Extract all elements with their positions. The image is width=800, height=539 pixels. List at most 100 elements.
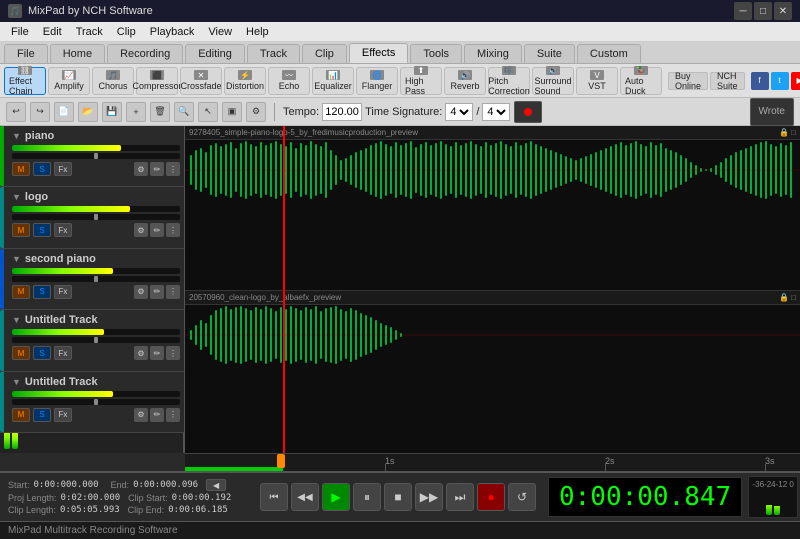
- equalizer-btn[interactable]: 📊 Equalizer: [312, 67, 354, 95]
- waveform-area[interactable]: 9278405_simple-piano-logo-5_by_fredimusi…: [185, 126, 800, 453]
- menu-file[interactable]: File: [4, 24, 36, 40]
- settings-btn[interactable]: ⚙: [246, 102, 266, 122]
- add-track-btn[interactable]: +: [126, 102, 146, 122]
- solo-btn-piano[interactable]: S: [33, 162, 51, 176]
- menu-view[interactable]: View: [201, 24, 239, 40]
- tab-home[interactable]: Home: [50, 44, 105, 63]
- more-btn-untitled1[interactable]: ⋮: [166, 346, 180, 360]
- crossfade-btn[interactable]: ✕ Crossfade: [180, 67, 222, 95]
- tab-file[interactable]: File: [4, 44, 48, 63]
- tab-tools[interactable]: Tools: [410, 44, 462, 63]
- tab-custom[interactable]: Custom: [577, 44, 641, 63]
- time-sig-denominator[interactable]: 4: [482, 103, 510, 121]
- forward-btn[interactable]: ▶▶: [415, 483, 443, 511]
- minimize-button[interactable]: ─: [734, 2, 752, 20]
- mute-btn-untitled1[interactable]: M: [12, 346, 30, 360]
- mute-btn-second-piano[interactable]: M: [12, 285, 30, 299]
- redo-btn[interactable]: ↪: [30, 102, 50, 122]
- zoom-in-btn[interactable]: 🔍: [174, 102, 194, 122]
- undo-btn[interactable]: ↩: [6, 102, 26, 122]
- reverb-btn[interactable]: 🔊 Reverb: [444, 67, 486, 95]
- open-btn[interactable]: 📂: [78, 102, 98, 122]
- nch-suite-btn[interactable]: NCH Suite: [710, 72, 745, 90]
- tab-mixing[interactable]: Mixing: [464, 44, 522, 63]
- mute-btn-piano[interactable]: M: [12, 162, 30, 176]
- stop-btn[interactable]: ■: [384, 483, 412, 511]
- rename-btn-untitled2[interactable]: ✏: [150, 408, 164, 422]
- rename-btn-untitled1[interactable]: ✏: [150, 346, 164, 360]
- facebook-btn[interactable]: f: [751, 72, 769, 90]
- rename-btn-second-piano[interactable]: ✏: [150, 285, 164, 299]
- pitch-correction-btn[interactable]: 🎼 Pitch Correction: [488, 67, 530, 95]
- solo-btn-second-piano[interactable]: S: [33, 285, 51, 299]
- echo-btn[interactable]: 〰 Echo: [268, 67, 310, 95]
- fx-btn-untitled2[interactable]: Fx: [54, 408, 72, 422]
- tab-track[interactable]: Track: [247, 44, 300, 63]
- cursor-btn[interactable]: ↖: [198, 102, 218, 122]
- more-btn-piano[interactable]: ⋮: [166, 162, 180, 176]
- waveform-track-piano[interactable]: 9278405_simple-piano-logo-5_by_fredimusi…: [185, 126, 800, 291]
- arm-btn-second-piano[interactable]: ⚙: [134, 285, 148, 299]
- arm-btn-untitled1[interactable]: ⚙: [134, 346, 148, 360]
- fx-btn-logo[interactable]: Fx: [54, 223, 72, 237]
- arm-btn-untitled2[interactable]: ⚙: [134, 408, 148, 422]
- compressor-btn[interactable]: ⬛ Compressor: [136, 67, 178, 95]
- arm-btn-piano[interactable]: ⚙: [134, 162, 148, 176]
- chorus-btn[interactable]: 🎵 Chorus: [92, 67, 134, 95]
- menu-track[interactable]: Track: [69, 24, 110, 40]
- new-btn[interactable]: 📄: [54, 102, 74, 122]
- record-btn[interactable]: ●: [477, 483, 505, 511]
- twitter-btn[interactable]: t: [771, 72, 789, 90]
- rewind-btn[interactable]: ⏮: [260, 483, 288, 511]
- buy-online-btn[interactable]: Buy Online: [668, 72, 708, 90]
- highpass-btn[interactable]: ⬆ High Pass: [400, 67, 442, 95]
- solo-btn-untitled2[interactable]: S: [33, 408, 51, 422]
- time-sig-numerator[interactable]: 4: [445, 103, 473, 121]
- tab-clip[interactable]: Clip: [302, 44, 347, 63]
- select-btn[interactable]: ▣: [222, 102, 242, 122]
- mute-btn-untitled2[interactable]: M: [12, 408, 30, 422]
- solo-btn-logo[interactable]: S: [33, 223, 51, 237]
- more-btn-second-piano[interactable]: ⋮: [166, 285, 180, 299]
- menu-edit[interactable]: Edit: [36, 24, 69, 40]
- loop-btn[interactable]: ↺: [508, 483, 536, 511]
- tempo-input[interactable]: [322, 103, 362, 121]
- effect-chain-btn[interactable]: ⛓ Effect Chain: [4, 67, 46, 95]
- vst-btn[interactable]: V VST: [576, 67, 618, 95]
- mute-btn-logo[interactable]: M: [12, 223, 30, 237]
- solo-btn-untitled1[interactable]: S: [33, 346, 51, 360]
- flanger-btn[interactable]: 🌀 Flanger: [356, 67, 398, 95]
- more-btn-untitled2[interactable]: ⋮: [166, 408, 180, 422]
- amplify-btn[interactable]: 📈 Amplify: [48, 67, 90, 95]
- arm-btn-logo[interactable]: ⚙: [134, 223, 148, 237]
- play-btn[interactable]: ▶: [322, 483, 350, 511]
- fx-btn-second-piano[interactable]: Fx: [54, 285, 72, 299]
- wrote-button[interactable]: Wrote: [750, 98, 795, 126]
- youtube-btn[interactable]: ▶: [791, 72, 800, 90]
- back-btn[interactable]: ◀◀: [291, 483, 319, 511]
- distortion-btn[interactable]: ⚡ Distortion: [224, 67, 266, 95]
- save-btn[interactable]: 💾: [102, 102, 122, 122]
- tab-editing[interactable]: Editing: [185, 44, 245, 63]
- fx-btn-untitled1[interactable]: Fx: [54, 346, 72, 360]
- auto-duck-btn[interactable]: 🦆 Auto Duck: [620, 67, 662, 95]
- end-btn[interactable]: ⏭: [446, 483, 474, 511]
- maximize-button[interactable]: □: [754, 2, 772, 20]
- waveform-track-logo[interactable]: 20570960_clean-logo_by_albaefx_preview 🔒…: [185, 291, 800, 453]
- rename-btn-logo[interactable]: ✏: [150, 223, 164, 237]
- menu-clip[interactable]: Clip: [110, 24, 143, 40]
- delete-btn[interactable]: 🗑: [150, 102, 170, 122]
- surround-sound-btn[interactable]: 🔉 Surround Sound: [532, 67, 574, 95]
- pause-btn[interactable]: ⏸: [353, 483, 381, 511]
- menu-playback[interactable]: Playback: [143, 24, 202, 40]
- tab-effects[interactable]: Effects: [349, 43, 408, 63]
- fx-btn-piano[interactable]: Fx: [54, 162, 72, 176]
- tab-suite[interactable]: Suite: [524, 44, 575, 63]
- menu-help[interactable]: Help: [239, 24, 276, 40]
- tab-recording[interactable]: Recording: [107, 44, 183, 63]
- timecode-btn[interactable]: ◀: [206, 479, 226, 491]
- close-button[interactable]: ✕: [774, 2, 792, 20]
- rename-btn-piano[interactable]: ✏: [150, 162, 164, 176]
- timeline[interactable]: 1s 2s 3s: [185, 453, 800, 471]
- more-btn-logo[interactable]: ⋮: [166, 223, 180, 237]
